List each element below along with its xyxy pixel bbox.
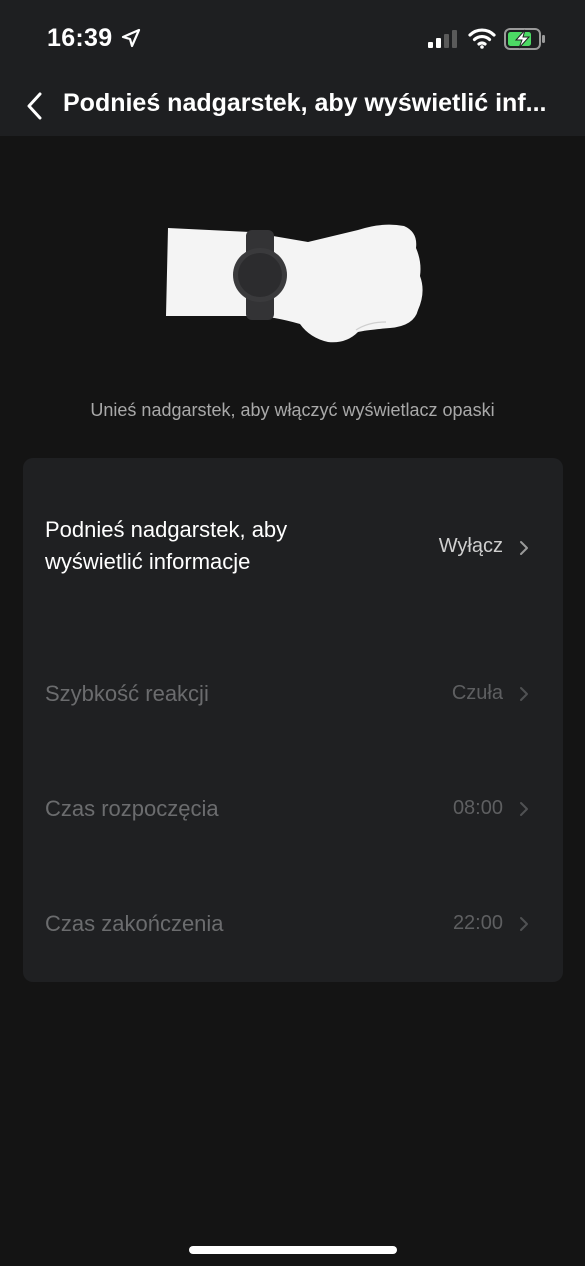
end-time-value: 22:00 [452, 912, 503, 934]
description-text: Unieś nadgarstek, aby włączyć wyświetlac… [90, 400, 495, 420]
raise-wrist-label-line1: Podnieś nadgarstek, aby [45, 517, 288, 542]
navigation-header: Podnieś nadgarstek, aby wyświetlić inf..… [0, 78, 585, 136]
end-time-row[interactable]: Czas zakończenia 22:00 [23, 888, 563, 960]
chevron-left-icon [27, 92, 42, 120]
response-speed-label: Szybkość reakcji [45, 681, 209, 706]
start-time-label: Czas rozpoczęcia [45, 796, 219, 821]
chevron-right-icon [520, 541, 528, 555]
status-time: 16:39 [47, 24, 113, 52]
raise-wrist-value: Wyłącz [438, 535, 503, 557]
chevron-right-icon [520, 802, 528, 816]
page-title: Podnieś nadgarstek, aby wyświetlić inf..… [63, 89, 547, 117]
page: 16:39 Podnieś nadgarstek, aby wyświetlić… [0, 0, 585, 1266]
status-bar: 16:39 [0, 0, 585, 78]
home-indicator[interactable] [189, 1246, 397, 1254]
location-arrow-icon [121, 28, 141, 48]
raise-wrist-label: Podnieś nadgarstek, aby wyświetlić infor… [45, 514, 287, 578]
start-time-value: 08:00 [452, 797, 503, 819]
back-button[interactable] [14, 84, 54, 128]
chevron-right-icon [520, 917, 528, 931]
start-time-row[interactable]: Czas rozpoczęcia 08:00 [23, 773, 563, 845]
raise-wrist-label-line2: wyświetlić informacje [45, 549, 251, 574]
raise-wrist-row[interactable]: Podnieś nadgarstek, aby wyświetlić infor… [23, 498, 563, 598]
settings-card: Podnieś nadgarstek, aby wyświetlić infor… [23, 458, 563, 982]
response-speed-value: Czuła [451, 682, 503, 704]
wrist-with-band-illustration [166, 224, 423, 343]
cellular-signal-icon [428, 30, 457, 48]
battery-charging-icon [504, 28, 545, 50]
wifi-icon [468, 28, 496, 49]
chevron-right-icon [520, 687, 528, 701]
end-time-label: Czas zakończenia [45, 911, 224, 936]
response-speed-row[interactable]: Szybkość reakcji Czuła [23, 658, 563, 730]
